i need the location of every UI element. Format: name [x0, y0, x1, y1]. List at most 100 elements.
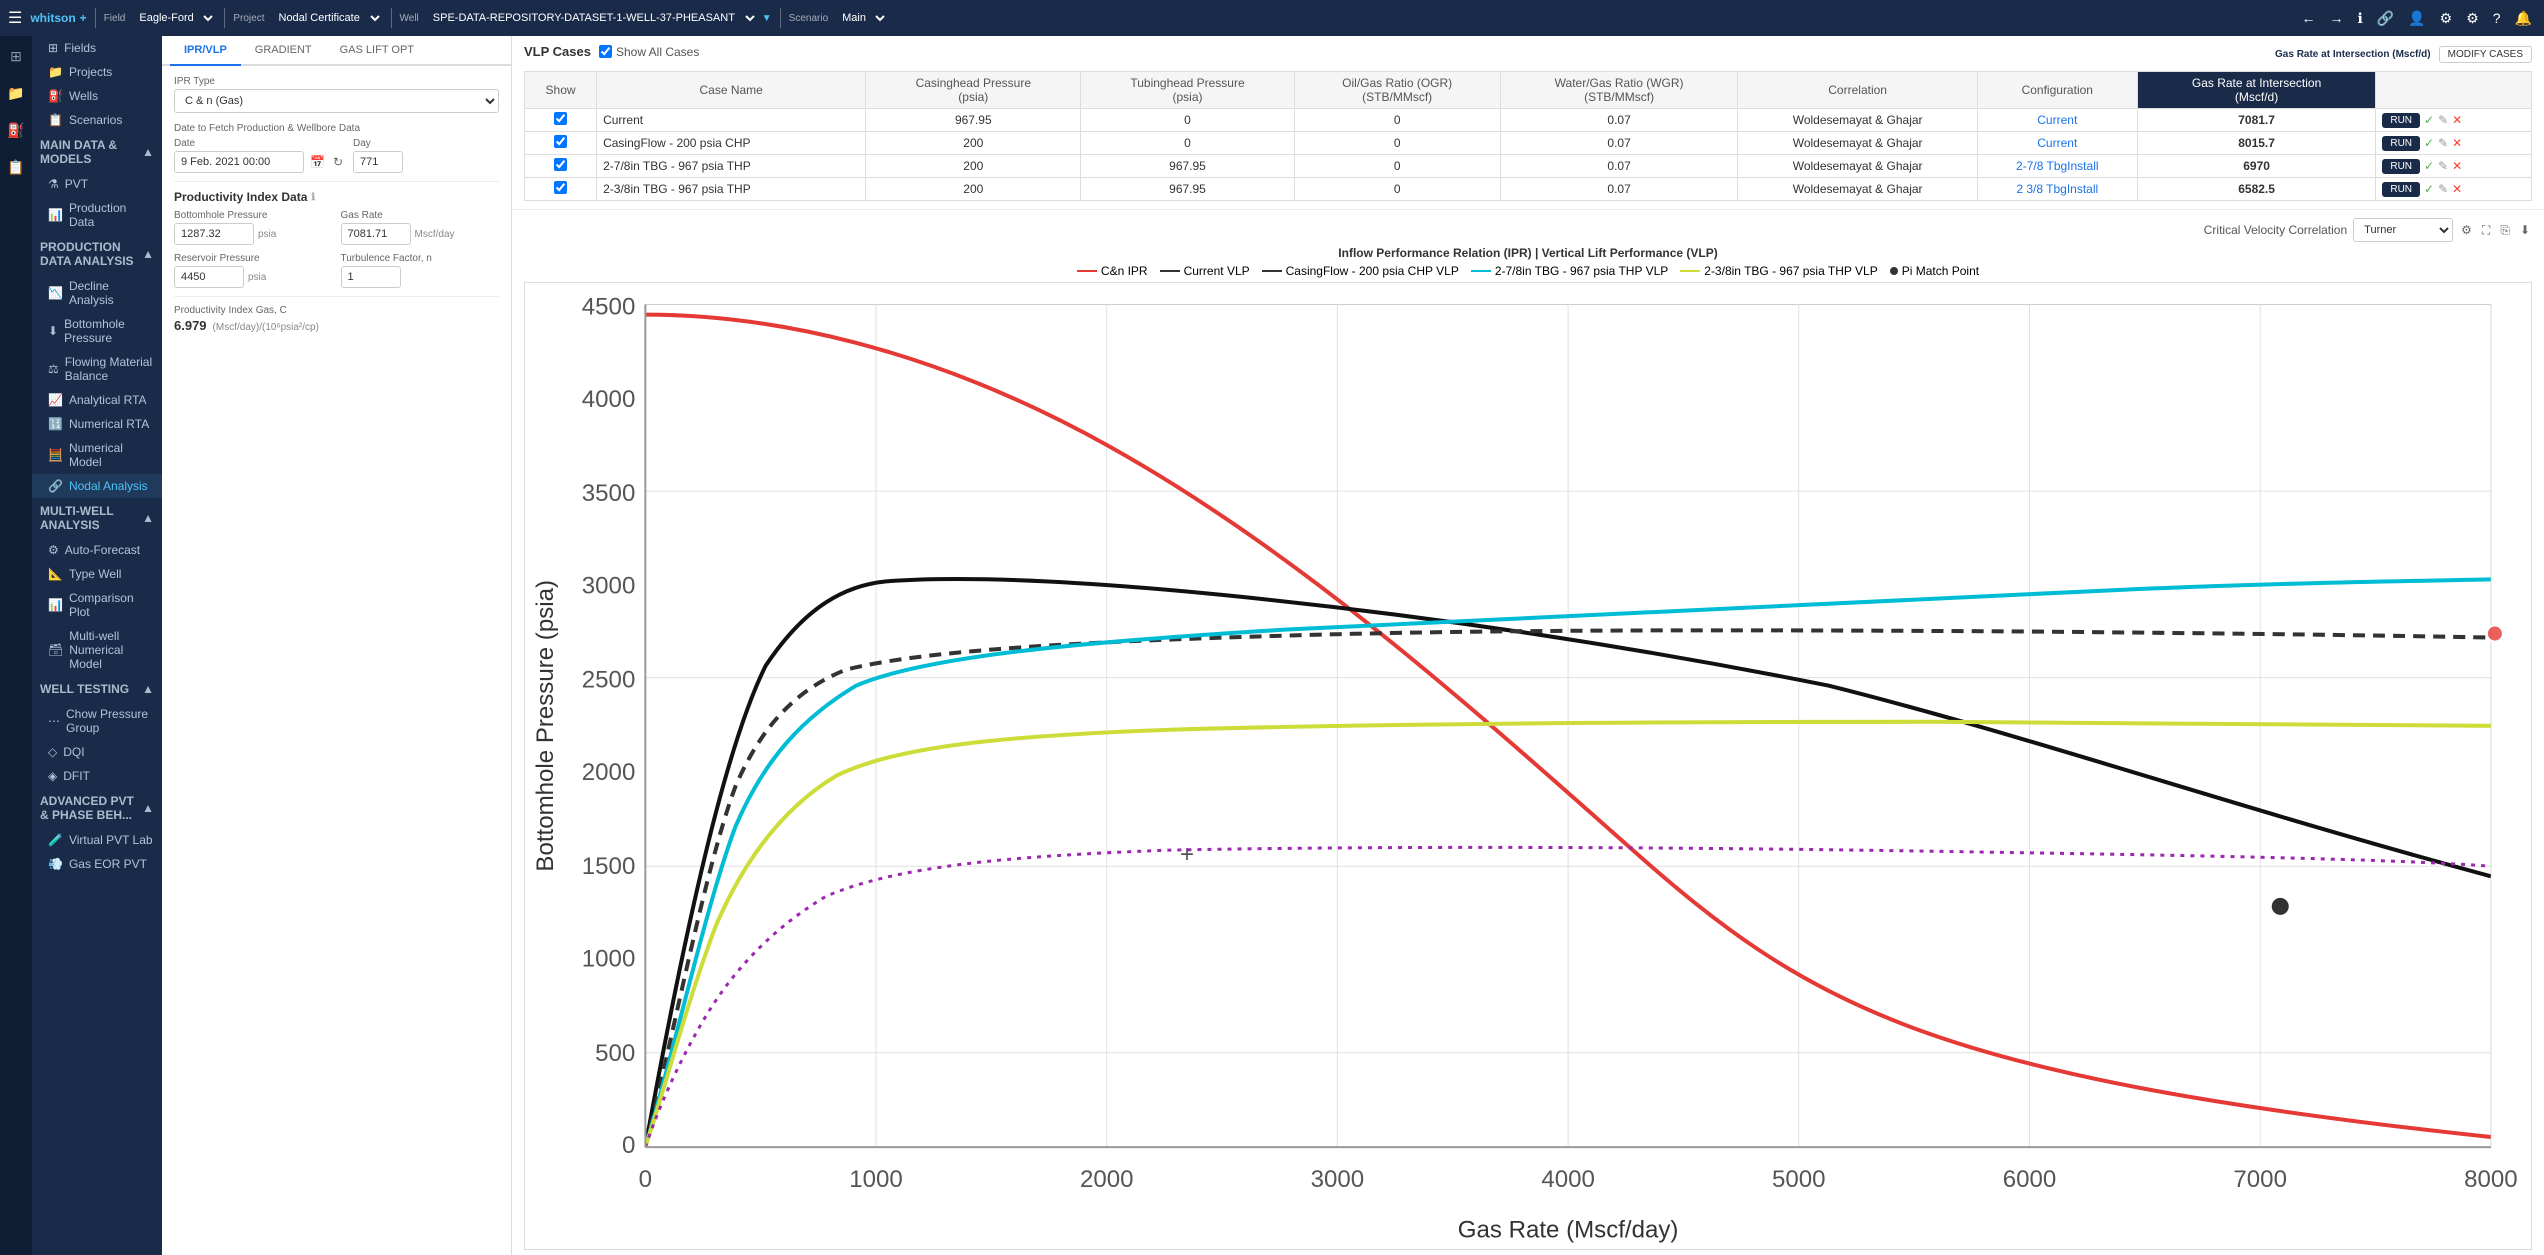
sidebar-item-multi-well-numerical[interactable]: 🗃 Multi-well Numerical Model	[32, 624, 162, 676]
filter-button[interactable]: ⚙	[2436, 8, 2457, 29]
link-button[interactable]: 🔗	[2373, 8, 2398, 29]
edit-icon[interactable]: ✎	[2438, 159, 2448, 173]
projects-icon[interactable]: 📁	[3, 81, 28, 106]
cell-show[interactable]	[525, 132, 597, 155]
divider1	[174, 181, 499, 182]
user-button[interactable]: 👤	[2404, 8, 2429, 29]
tab-ipr-vlp[interactable]: IPR/VLP	[170, 36, 241, 66]
sidebar-item-dqi[interactable]: ◇ DQI	[32, 740, 162, 764]
cell-correlation: Woldesemayat & Ghajar	[1738, 132, 1977, 155]
run-button[interactable]: RUN	[2382, 136, 2420, 151]
cell-configuration: Current	[1977, 132, 2137, 155]
wells-label-icon: ⛽	[48, 89, 63, 103]
refresh-icon[interactable]: ↻	[331, 153, 345, 171]
well-select[interactable]: SPE-DATA-REPOSITORY-DATASET-1-WELL-37-PH…	[423, 7, 758, 29]
project-select[interactable]: Nodal Certificate	[269, 7, 383, 29]
sidebar-item-analytical-rta[interactable]: 📈 Analytical RTA	[32, 388, 162, 412]
reservoir-input[interactable]	[174, 266, 244, 288]
bhp-input[interactable]	[174, 223, 254, 245]
edit-icon[interactable]: ✎	[2438, 113, 2448, 127]
row-show-checkbox[interactable]	[554, 181, 567, 194]
sidebar-item-production-data[interactable]: 📊 Production Data	[32, 196, 162, 234]
crosshair-cursor: +	[1180, 841, 1194, 868]
sidebar-item-virtual-pvt[interactable]: 🧪 Virtual PVT Lab	[32, 828, 162, 852]
cell-show[interactable]	[525, 178, 597, 201]
day-input[interactable]	[353, 151, 403, 173]
sidebar-item-bottomhole-pressure[interactable]: ⬇ Bottomhole Pressure	[32, 312, 162, 350]
bhp-gasrate-row: Bottomhole Pressure psia Gas Rate Mscf/d…	[174, 210, 499, 245]
sidebar-item-nodal-analysis[interactable]: 🔗 Nodal Analysis	[32, 474, 162, 498]
modify-cases-button[interactable]: MODIFY CASES	[2439, 46, 2532, 63]
chart-download-icon[interactable]: ⬇	[2518, 221, 2532, 239]
run-button[interactable]: RUN	[2382, 159, 2420, 174]
turbulence-input[interactable]	[341, 266, 401, 288]
scenario-select[interactable]: Main	[832, 7, 888, 29]
nodal-icon: 🔗	[48, 479, 63, 493]
help-button[interactable]: ?	[2489, 8, 2505, 28]
calendar-icon[interactable]: 📅	[308, 153, 327, 171]
delete-icon[interactable]: ✕	[2452, 159, 2462, 173]
sidebar-item-flowing-material[interactable]: ⚖ Flowing Material Balance	[32, 350, 162, 388]
productivity-info-icon[interactable]: ℹ	[311, 192, 315, 203]
tab-gradient[interactable]: GRADIENT	[241, 36, 326, 66]
sidebar-section-main-data[interactable]: Main Data & Models ▲	[32, 132, 162, 172]
row-show-checkbox[interactable]	[554, 158, 567, 171]
sidebar-section-multi-well[interactable]: Multi-Well Analysis ▲	[32, 498, 162, 538]
chart-copy-icon[interactable]: ⎘	[2498, 221, 2512, 240]
sidebar-item-gas-eor-pvt[interactable]: 💨 Gas EOR PVT	[32, 852, 162, 876]
sidebar-section-advanced-pvt[interactable]: Advanced PVT & Phase Beh... ▲	[32, 788, 162, 828]
sidebar-item-fields[interactable]: ⊞ Fields	[32, 36, 162, 60]
chart-title: Inflow Performance Relation (IPR) | Vert…	[524, 246, 2532, 260]
hamburger-icon[interactable]: ☰	[8, 8, 22, 28]
fields-icon[interactable]: ⊞	[6, 44, 26, 69]
edit-icon[interactable]: ✎	[2438, 182, 2448, 196]
sidebar-item-wells[interactable]: ⛽ Wells	[32, 84, 162, 108]
delete-icon[interactable]: ✕	[2452, 136, 2462, 150]
date-input[interactable]	[174, 151, 304, 173]
back-button[interactable]: ←	[2297, 8, 2319, 28]
sidebar-item-comparison-plot[interactable]: 📊 Comparison Plot	[32, 586, 162, 624]
info-button[interactable]: ℹ	[2353, 8, 2366, 29]
ipr-type-select[interactable]: C & n (Gas)	[174, 89, 499, 113]
forward-button[interactable]: →	[2325, 8, 2347, 28]
edit-icon[interactable]: ✎	[2438, 136, 2448, 150]
scenarios-icon[interactable]: 📋	[3, 155, 28, 180]
sidebar-item-dfit[interactable]: ◈ DFIT	[32, 764, 162, 788]
delete-icon[interactable]: ✕	[2452, 182, 2462, 196]
sidebar-icon-rail: ⊞ 📁 ⛽ 📋	[0, 36, 32, 1255]
sidebar-item-decline-analysis[interactable]: 📉 Decline Analysis	[32, 274, 162, 312]
notifications-button[interactable]: 🔔	[2511, 8, 2536, 29]
vlp-section: VLP Cases Show All Cases Gas Rate at Int…	[512, 36, 2544, 210]
row-show-checkbox[interactable]	[554, 135, 567, 148]
sidebar-item-scenarios[interactable]: 📋 Scenarios	[32, 108, 162, 132]
sidebar-section-production-analysis[interactable]: Production Data Analysis ▲	[32, 234, 162, 274]
cell-chp: 967.95	[866, 109, 1081, 132]
sidebar-item-numerical-rta[interactable]: 🔢 Numerical RTA	[32, 412, 162, 436]
sidebar-item-projects[interactable]: 📁 Projects	[32, 60, 162, 84]
sidebar-section-well-testing[interactable]: Well Testing ▲	[32, 676, 162, 702]
chart-settings-icon[interactable]: ⚙	[2459, 221, 2474, 239]
sidebar-item-auto-forecast[interactable]: ⚙ Auto-Forecast	[32, 538, 162, 562]
gas-rate-input[interactable]	[341, 223, 411, 245]
sidebar-item-numerical-model[interactable]: 🧮 Numerical Model	[32, 436, 162, 474]
show-all-label[interactable]: Show All Cases	[599, 45, 699, 59]
row-show-checkbox[interactable]	[554, 112, 567, 125]
critical-velocity-select[interactable]: Turner	[2353, 218, 2453, 242]
sidebar-item-type-well[interactable]: 📐 Type Well	[32, 562, 162, 586]
tab-gas-lift-opt[interactable]: GAS LIFT OPT	[326, 36, 428, 66]
cell-show[interactable]	[525, 109, 597, 132]
show-all-checkbox[interactable]	[599, 45, 612, 58]
ipr-type-group: IPR Type C & n (Gas)	[174, 76, 499, 113]
settings-button[interactable]: ⚙	[2462, 8, 2483, 29]
run-button[interactable]: RUN	[2382, 113, 2420, 128]
cell-show[interactable]	[525, 155, 597, 178]
sidebar-item-chow-pressure[interactable]: ⋯ Chow Pressure Group	[32, 702, 162, 740]
wells-icon[interactable]: ⛽	[3, 118, 28, 143]
cell-case-name: Current	[597, 109, 866, 132]
sidebar-item-pvt[interactable]: ⚗ PVT	[32, 172, 162, 196]
delete-icon[interactable]: ✕	[2452, 113, 2462, 127]
chart-expand-icon[interactable]: ⛶	[2480, 221, 2492, 240]
field-select[interactable]: Eagle-Ford	[129, 7, 216, 29]
run-button[interactable]: RUN	[2382, 182, 2420, 197]
svg-text:2000: 2000	[582, 759, 636, 786]
